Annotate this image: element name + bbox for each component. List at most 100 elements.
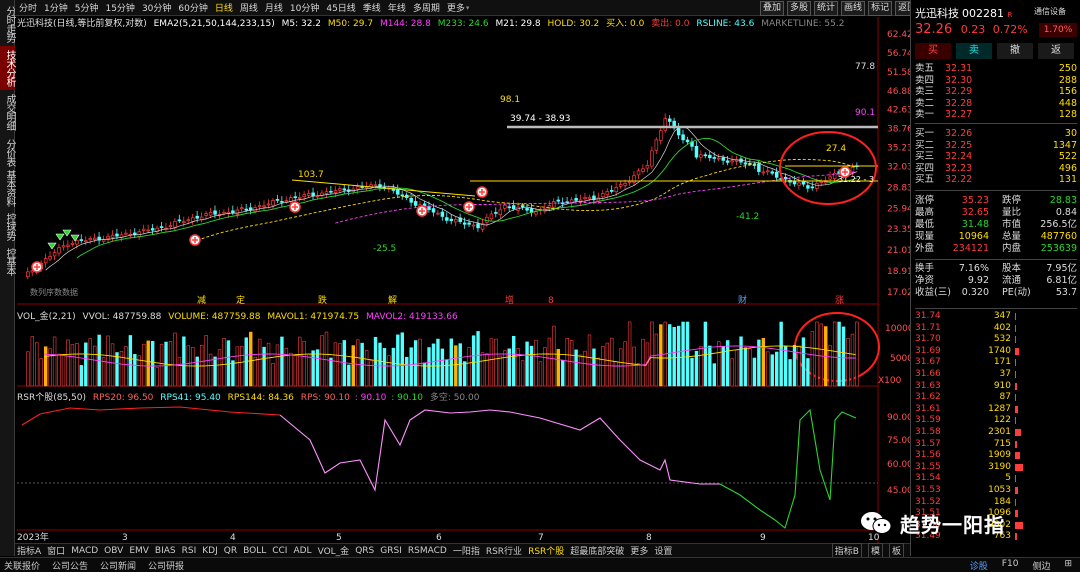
info-row: 收益(三) 0.320 PE(动) 53.7 (915, 287, 1077, 298)
candle-body (79, 239, 84, 241)
indicator-tab[interactable]: 更多 (630, 544, 648, 557)
indicator-tab[interactable]: 板 (888, 543, 904, 558)
candle-body (797, 182, 801, 186)
indicator-tab[interactable]: BIAS (155, 546, 176, 556)
volume-bar (641, 338, 645, 387)
indicator-tab[interactable]: OBV (104, 546, 123, 556)
candle-body (142, 228, 146, 231)
order-button[interactable]: 买 (915, 43, 951, 59)
indicator-tab[interactable]: RSMACD (408, 546, 447, 556)
volume-bar (788, 359, 792, 387)
volume-bar (61, 354, 66, 387)
indicator-tab[interactable]: MACD (71, 546, 98, 556)
indicator-tab[interactable]: 超最底部突破 (570, 544, 624, 557)
candle-body (694, 146, 699, 158)
candle-body (70, 242, 75, 245)
volume-bar (84, 342, 88, 387)
candle-body (574, 198, 578, 201)
volume-bar (668, 324, 672, 387)
candle-body (445, 217, 449, 221)
tick-volume: 37 (999, 369, 1011, 379)
candle-body (801, 181, 806, 185)
info-row: 净资 9.92 流通 6.81亿 (915, 275, 1077, 286)
indicator-tab[interactable]: VOL_金 (318, 544, 350, 557)
tick-row: 31.63 910 (915, 381, 1077, 392)
info-row: 现量 10964 总量 487760 (915, 231, 1077, 242)
indicator-tab[interactable]: 设置 (654, 544, 672, 557)
ask-label: 卖四 (915, 74, 935, 86)
candle-body (471, 224, 476, 227)
industry-label[interactable]: 通信设备 (1034, 6, 1066, 17)
volume-bar (213, 356, 217, 387)
volume-bar (766, 351, 770, 387)
indicator-tab[interactable]: 窗口 (47, 544, 65, 557)
volume-bar (418, 338, 422, 387)
candle-body (306, 193, 311, 196)
indicator-tab[interactable]: QRS (355, 546, 374, 556)
candle-body (743, 162, 748, 165)
volume-bar (837, 321, 841, 387)
volume-bar (39, 358, 43, 387)
volume-bar (828, 345, 832, 387)
volume-bar (106, 335, 110, 387)
candle-body (182, 221, 186, 224)
indicator-tab[interactable]: GRSI (380, 546, 402, 556)
status-link[interactable]: 公司研报 (148, 559, 184, 572)
volume-bar (168, 341, 173, 387)
kline-chart-canvas[interactable]: 98.1 77.8 90.1 103.7 -25.5 -41.2 39.74 - 38.93… (0, 0, 910, 543)
indicator-tab[interactable]: CCI (272, 546, 287, 556)
indicator-tab[interactable]: KDJ (202, 546, 218, 556)
volume-bar (57, 353, 61, 387)
volume-bar (253, 356, 257, 387)
status-button[interactable]: 侧边 (1032, 559, 1050, 572)
indicator-tab[interactable]: 模 (867, 543, 883, 558)
candle-body (498, 209, 503, 215)
tick-row: 31.62 87 (915, 392, 1077, 403)
candle-body (124, 232, 128, 235)
indicator-tab[interactable]: EMV (129, 546, 149, 556)
info-label: 股本 (1002, 263, 1022, 274)
indicator-tab[interactable]: RSR行业 (486, 544, 522, 557)
volume-bar (520, 360, 525, 387)
volume-bar (351, 345, 355, 387)
candle-body (311, 192, 315, 197)
book-divider (915, 308, 1077, 309)
indicator-tab[interactable]: 一阳指 (453, 544, 480, 557)
volume-bar (476, 331, 480, 387)
status-link[interactable]: 关联报价 (4, 559, 40, 572)
rsr-legend-rps: RPS: 90.10 (300, 393, 350, 403)
indicator-tab[interactable]: QR (224, 546, 237, 556)
volume-bar (391, 347, 396, 387)
status-link[interactable]: 公司新闻 (100, 559, 136, 572)
diamond-signal-icon (62, 229, 72, 237)
info-row: 涨停 35.23 跌停 28.83 (915, 195, 1077, 206)
order-button[interactable]: 卖 (956, 43, 992, 59)
candle-body (115, 233, 119, 237)
volume-bar (761, 338, 766, 387)
indicator-tab[interactable]: RSI (182, 546, 197, 556)
volume-bars (26, 321, 859, 387)
status-button[interactable]: ⊞ (1064, 559, 1072, 572)
order-button[interactable]: 返 (1038, 43, 1074, 59)
volume-bar (79, 365, 84, 387)
chart-grid (17, 17, 879, 543)
status-button[interactable]: 诊股 (970, 559, 988, 572)
vol-legend-volume: VOLUME: 487759.88 (168, 312, 261, 322)
volume-bar (792, 344, 797, 387)
candle-body (489, 213, 494, 220)
candle-body (601, 193, 605, 198)
indicator-tab[interactable]: 指标A (17, 544, 41, 557)
ask-row: 卖五 32.31 250 (915, 63, 1077, 74)
indicator-tab[interactable]: 指标B (831, 543, 862, 558)
order-button[interactable]: 撤 (997, 43, 1033, 59)
indicator-tab[interactable]: ADL (293, 546, 311, 556)
status-button[interactable]: F10 (1002, 559, 1019, 572)
indicator-tab[interactable]: BOLL (243, 546, 266, 556)
bid-price: 32.22 (945, 174, 973, 186)
volume-bar (650, 321, 654, 387)
candle-body (57, 247, 61, 254)
indicator-tab[interactable]: RSR个股 (528, 544, 564, 557)
status-link[interactable]: 公司公告 (52, 559, 88, 572)
volume-bar (454, 345, 458, 387)
info-label: 跌停 (1002, 195, 1022, 206)
